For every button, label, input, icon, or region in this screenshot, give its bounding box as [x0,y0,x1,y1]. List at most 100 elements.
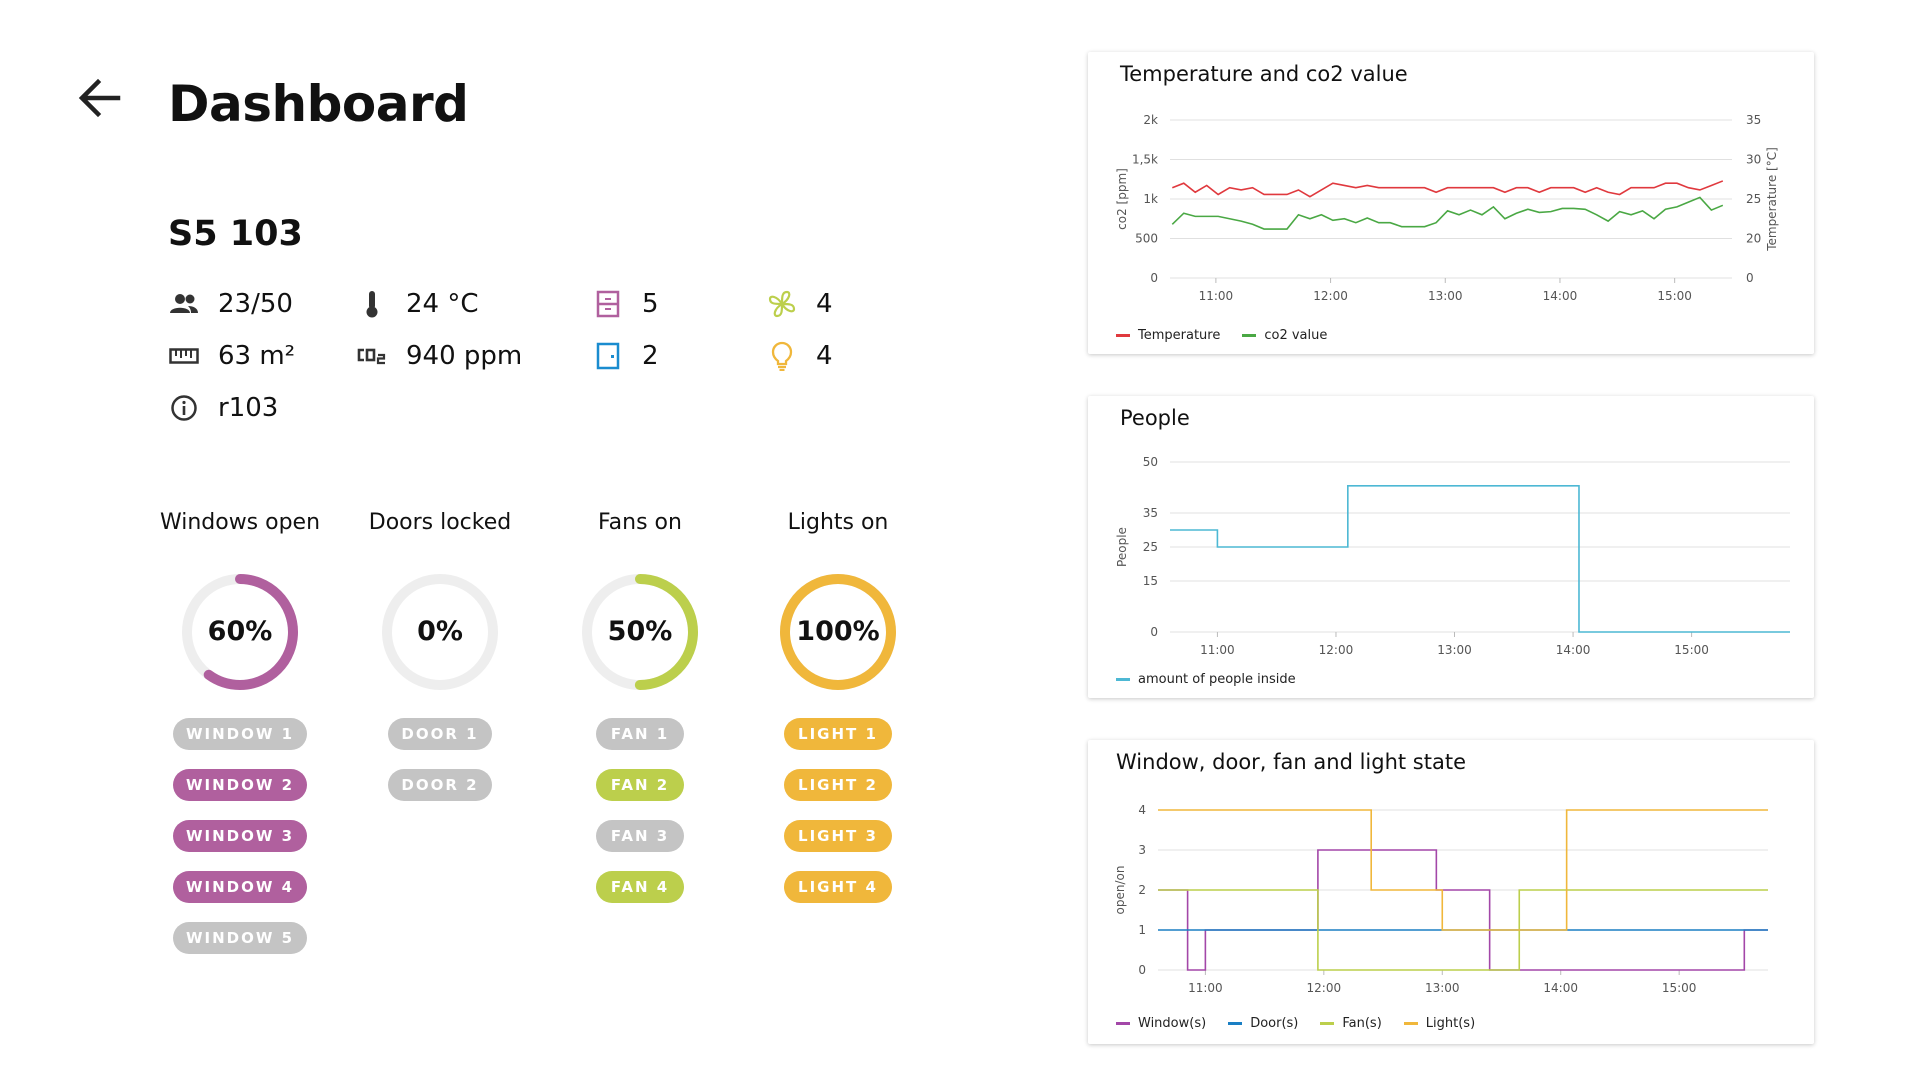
y-tick-label: 2 [1138,883,1146,897]
room-name: S5 103 [168,214,303,254]
y-axis-label: co2 [ppm] [1115,168,1129,230]
y-axis-label: open/on [1113,866,1127,915]
ring-percent: 0% [417,616,463,647]
y2-tick-label: 0 [1746,271,1754,285]
light-toggle-4[interactable]: LIGHT 4 [784,871,892,903]
y-tick-label: 0 [1150,625,1158,639]
co2-value: 940 ppm [406,341,523,371]
x-tick-label: 12:00 [1319,643,1354,657]
progress-ring: 50% [578,570,702,694]
y-tick-label: 35 [1143,506,1158,520]
fans-count-stat: 4 [766,286,833,322]
legend-swatch [1116,1022,1130,1025]
fan-icon [766,288,798,320]
legend-swatch [1403,1022,1418,1025]
info-icon [168,392,200,424]
legend-item: Light(s) [1403,1016,1475,1031]
y-tick-label: 50 [1143,455,1158,469]
progress-ring: 100% [776,570,900,694]
window-toggle-4[interactable]: WINDOW 4 [173,871,307,903]
light-toggle-3[interactable]: LIGHT 3 [784,820,892,852]
y-tick-label: 25 [1143,540,1158,554]
legend-label: Door(s) [1250,1016,1299,1031]
x-tick-label: 13:00 [1437,643,1472,657]
y-tick-label: 1 [1138,923,1146,937]
legend-swatch [1242,334,1257,337]
people-icon [168,288,200,320]
legend-label: Fan(s) [1342,1016,1382,1031]
x-tick-label: 11:00 [1188,981,1223,995]
y-tick-label: 0 [1138,963,1146,977]
x-tick-label: 13:00 [1425,981,1460,995]
back-button[interactable] [74,72,126,124]
ring-percent: 100% [796,616,880,647]
co2-icon [356,340,388,372]
fans-count-value: 4 [816,289,833,319]
temperature-co2-card: Temperature and co2 value 0 500 1k 1,5k 2k 0 2… [1088,52,1814,354]
light-toggle-1[interactable]: LIGHT 1 [784,718,892,750]
series-line-amount-of-people-inside [1170,485,1790,633]
window-toggle-3[interactable]: WINDOW 3 [173,820,307,852]
legend-swatch [1116,678,1130,681]
x-tick-label: 12:00 [1313,289,1348,303]
fan-toggle-3[interactable]: FAN 3 [596,820,684,852]
y-tick-label: 0 [1150,271,1158,285]
temperature-stat: 24 °C [356,286,479,322]
co2-stat: 940 ppm [356,338,522,374]
page-title: Dashboard [168,75,469,133]
y-tick-label: 2k [1143,113,1158,127]
ring-percent: 60% [207,616,273,647]
lights-count-value: 4 [816,341,833,371]
info-value: r103 [218,393,279,423]
legend-swatch [1116,334,1130,337]
legend-swatch [1320,1022,1335,1025]
x-tick-label: 15:00 [1662,981,1697,995]
y-tick-label: 3 [1138,843,1146,857]
y2-tick-label: 30 [1746,153,1761,167]
window-toggle-5[interactable]: WINDOW 5 [173,922,307,954]
fan-toggle-4[interactable]: FAN 4 [596,871,684,903]
y-tick-label: 4 [1138,803,1146,817]
x-tick-label: 13:00 [1428,289,1463,303]
fan-toggle-2[interactable]: FAN 2 [596,769,684,801]
legend-item: amount of people inside [1116,672,1296,687]
x-tick-label: 11:00 [1200,643,1235,657]
occupancy-stat: 23/50 [168,286,293,322]
window-toggle-1[interactable]: WINDOW 1 [173,718,307,750]
door-icon [592,340,624,372]
y-tick-label: 500 [1135,232,1158,246]
info-stat: r103 [168,390,278,426]
door-toggle-1[interactable]: DOOR 1 [388,718,492,750]
y2-axis-label: Temperature [°C] [1765,147,1779,252]
ruler-icon [168,340,200,372]
thermometer-icon [356,288,388,320]
legend-label: Temperature [1138,328,1221,343]
series-line-temperature [1172,180,1724,198]
legend-item: Window(s) [1116,1016,1206,1031]
door-toggle-2[interactable]: DOOR 2 [388,769,492,801]
x-tick-label: 15:00 [1674,643,1709,657]
fan-toggle-1[interactable]: FAN 1 [596,718,684,750]
device-state-chart: 0 1 2 3 4 11:00 12:00 13:00 14:00 15:00 open/on [1113,803,1768,995]
legend-label: co2 value [1264,328,1328,343]
area-value: 63 m² [218,341,296,371]
legend-swatch [1228,1022,1243,1025]
y2-tick-label: 20 [1746,232,1761,246]
window-toggle-2[interactable]: WINDOW 2 [173,769,307,801]
light-toggle-2[interactable]: LIGHT 2 [784,769,892,801]
lightbulb-icon [766,340,798,372]
occupancy-value: 23/50 [218,289,293,319]
y2-tick-label: 25 [1746,192,1761,206]
people-chart: 0 15 25 35 50 11:00 12:00 13:00 14:00 15:00 People [1115,455,1790,657]
ring-title: Windows open [159,510,321,535]
ring-percent: 50% [607,616,673,647]
chart-legend: amount of people inside [1116,672,1318,687]
people-card: People 0 15 25 35 50 11:00 12:00 13:00 14:00 15:0… [1088,396,1814,698]
x-tick-label: 15:00 [1657,289,1692,303]
windows-count-stat: 5 [592,286,659,322]
ring-title: Lights on [787,510,889,535]
y2-tick-label: 35 [1746,113,1761,127]
x-tick-label: 14:00 [1543,981,1578,995]
legend-item: Fan(s) [1320,1016,1382,1031]
chart-legend: Temperature co2 value [1116,328,1349,343]
